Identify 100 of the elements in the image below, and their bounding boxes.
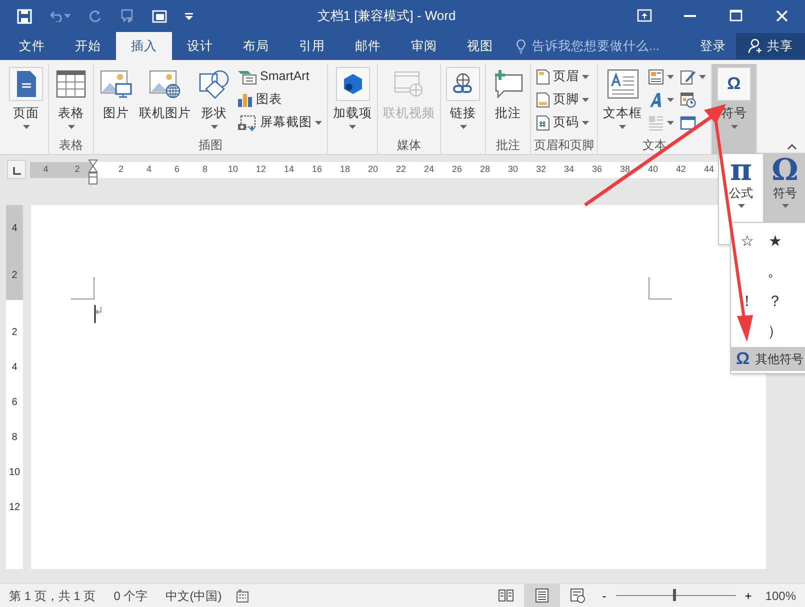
maximize-icon: [728, 9, 744, 23]
zoom-slider-thumb[interactable]: [672, 589, 676, 601]
chevron-up-icon: [787, 144, 797, 150]
more-symbols-item[interactable]: Ω 其他符号: [731, 347, 805, 371]
ribbon-tab[interactable]: 文件: [4, 32, 60, 60]
page-count: 第 1 页，共 1 页: [8, 588, 97, 604]
ruler-number: 22: [394, 163, 407, 176]
ribbon-tab[interactable]: 布局: [228, 32, 284, 60]
comment-icon: [492, 69, 524, 99]
ribbon-tab[interactable]: 视图: [452, 32, 508, 60]
caret-icon: [738, 204, 744, 208]
ribbon-tab[interactable]: 邮件: [340, 32, 396, 60]
omega-glyph: Ω: [727, 72, 741, 95]
smartart-icon: [237, 68, 257, 84]
zoom-out-button[interactable]: -: [596, 584, 612, 607]
group-label: 批注: [496, 138, 520, 152]
ruler-number: 14: [282, 163, 295, 176]
person-add-icon: [748, 38, 764, 54]
ruler-number: 4: [43, 163, 48, 176]
picture-globe-icon: [149, 70, 181, 98]
panel-button[interactable]: Ω 符号: [763, 154, 805, 222]
close-icon: [774, 9, 790, 23]
ruler-number: 44: [702, 163, 715, 176]
zoom-in-button[interactable]: +: [740, 584, 756, 607]
tab-stop-button[interactable]: [7, 160, 26, 179]
ruler-number: 42: [674, 163, 687, 176]
caret-icon: [210, 125, 218, 130]
ruler-number: 2: [74, 163, 80, 176]
ribbon-button[interactable]: 页码: [534, 112, 591, 133]
ruler-number: 30: [506, 163, 519, 176]
ribbon-button[interactable]: 批注: [489, 66, 527, 122]
caret-icon: [582, 74, 589, 78]
ribbon-button[interactable]: 图表: [235, 89, 324, 110]
symbol-glyph: Ω: [772, 154, 798, 187]
ruler-number: 10: [226, 163, 239, 176]
caret-icon: [582, 120, 589, 124]
ruler-number: 36: [590, 163, 603, 176]
panel-button[interactable]: π 公式: [719, 154, 763, 222]
ruler-number: 20: [366, 163, 379, 176]
sign-in-link[interactable]: 登录: [690, 36, 736, 56]
caret-icon: [667, 74, 674, 78]
symbol-option[interactable]: ）: [761, 317, 789, 347]
ruler-number: 10: [8, 468, 20, 478]
ruler-number: 16: [310, 163, 323, 176]
symbol-option[interactable]: 。: [761, 257, 789, 287]
link-icon: [451, 72, 475, 96]
ruler-number: 24: [422, 163, 435, 176]
film-icon: [394, 70, 424, 98]
drop-cap-icon: [648, 114, 664, 130]
ribbon-button[interactable]: 链接: [444, 66, 482, 130]
ribbon-tab[interactable]: 设计: [172, 32, 228, 60]
customize-caret-icon: [185, 12, 193, 20]
ribbon-tab[interactable]: 开始: [60, 32, 116, 60]
undo-icon: [50, 10, 64, 22]
button-label: 符号: [773, 187, 797, 200]
button-label: 公式: [729, 187, 753, 200]
group-label: 媒体: [397, 138, 421, 152]
ruler-number: 6: [173, 163, 180, 176]
tell-me-field[interactable]: 告诉我您想要做什么...: [530, 36, 670, 56]
ribbon-button[interactable]: 加载项: [331, 66, 374, 130]
header-icon: [536, 68, 550, 84]
ruler-number: 2: [12, 328, 18, 338]
lightbulb-icon: [516, 38, 526, 54]
page-icon: [14, 70, 38, 98]
symbol-option[interactable]: ☆: [733, 227, 761, 257]
caret-icon: [730, 125, 738, 130]
ribbon-button[interactable]: 页脚: [534, 89, 591, 110]
print-layout-icon: [534, 588, 550, 603]
group-label: 表格: [59, 138, 83, 152]
table-icon: [56, 70, 86, 98]
view-button[interactable]: [524, 584, 560, 607]
ribbon-button[interactable]: 页面: [7, 66, 45, 130]
caret-icon: [619, 125, 626, 130]
word-count: 0 个字: [112, 588, 149, 604]
picture-icon: [100, 70, 132, 98]
group-label: 页眉和页脚: [534, 138, 594, 152]
ribbon-button[interactable]: 屏幕截图: [235, 112, 324, 133]
ruler-number: 2: [12, 271, 18, 282]
ribbon-button[interactable]: 联机图片: [137, 66, 193, 122]
symbol-option[interactable]: ！: [733, 287, 761, 317]
share-button[interactable]: 共享: [736, 33, 805, 59]
ribbon-tab[interactable]: 引用: [284, 32, 340, 60]
caret-icon: [667, 98, 674, 102]
ribbon-tab[interactable]: 审阅: [396, 32, 452, 60]
ribbon-button[interactable]: 表格: [52, 66, 90, 130]
quick-parts-icon: [648, 68, 664, 84]
symbol-glyph: π: [730, 154, 752, 187]
ribbon-tab[interactable]: 插入: [116, 32, 172, 60]
ribbon-button[interactable]: 文本框: [601, 66, 644, 130]
symbol-option[interactable]: ★: [761, 227, 789, 257]
symbol-option[interactable]: ？: [761, 287, 789, 317]
ribbon-display-icon: [636, 9, 652, 23]
ruler-number: 38: [618, 163, 631, 176]
ribbon-button[interactable]: 形状: [195, 66, 233, 130]
ruler-number: 32: [534, 163, 547, 176]
save-icon: [17, 8, 32, 24]
ribbon-button[interactable]: SmartArt: [235, 66, 324, 87]
collapse-ribbon-button[interactable]: [787, 144, 797, 150]
ribbon-button[interactable]: 页眉: [534, 66, 591, 87]
ribbon-button[interactable]: 图片: [97, 66, 135, 122]
